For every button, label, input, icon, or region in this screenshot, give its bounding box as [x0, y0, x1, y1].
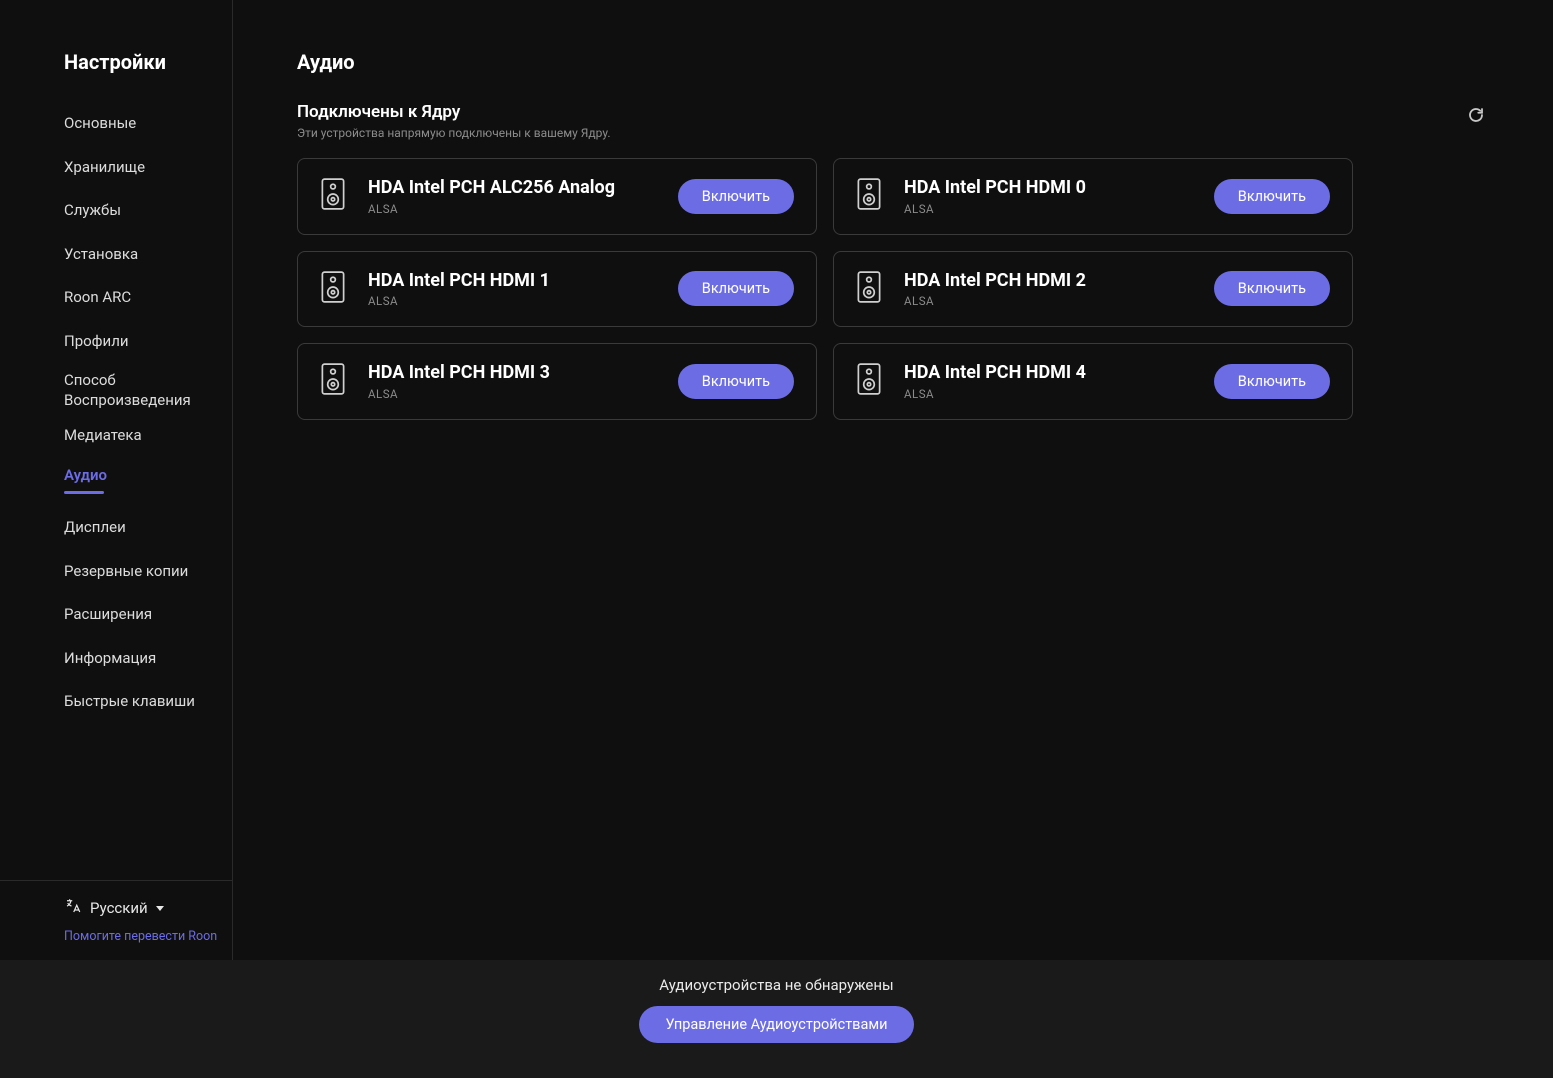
manage-audio-devices-button[interactable]: Управление Аудиоустройствами [639, 1006, 913, 1043]
enable-button[interactable]: Включить [1214, 179, 1330, 214]
enable-button[interactable]: Включить [678, 364, 794, 399]
sidebar-item-label: Медиатека [64, 426, 142, 444]
sidebar-item-label: Профили [64, 332, 129, 350]
sidebar-title: Настройки [0, 50, 232, 102]
device-driver: ALSA [904, 202, 1192, 216]
sidebar-item-label: Способ Воспроизведения [64, 371, 191, 409]
sidebar-item-label: Информация [64, 649, 156, 667]
sidebar-item-services[interactable]: Службы [64, 189, 212, 233]
device-card: HDA Intel PCH HDMI 3 ALSA Включить [297, 343, 817, 420]
device-name: HDA Intel PCH ALC256 Analog [368, 177, 656, 199]
sidebar-item-label: Расширения [64, 605, 152, 623]
footer-text: Аудиоустройства не обнаружены [659, 976, 893, 994]
sidebar-item-label: Основные [64, 114, 136, 132]
sidebar-item-backups[interactable]: Резервные копии [64, 550, 212, 594]
section-subtitle: Эти устройства напрямую подключены к ваш… [297, 126, 611, 140]
sidebar-item-label: Аудио [64, 466, 107, 484]
device-card: HDA Intel PCH ALC256 Analog ALSA Включит… [297, 158, 817, 235]
sidebar-item-playback[interactable]: Способ Воспроизведения [64, 363, 212, 418]
device-grid: HDA Intel PCH ALC256 Analog ALSA Включит… [297, 158, 1489, 420]
sidebar-item-about[interactable]: Информация [64, 637, 212, 681]
speaker-icon [320, 177, 346, 215]
sidebar-item-audio[interactable]: Аудио [64, 454, 212, 507]
language-label: Русский [90, 899, 148, 917]
translate-icon [64, 897, 82, 919]
footer-banner: Аудиоустройства не обнаружены Управление… [0, 960, 1553, 1078]
sidebar-item-roonarc[interactable]: Roon ARC [64, 276, 212, 320]
refresh-button[interactable] [1463, 102, 1489, 132]
sidebar-nav: Основные Хранилище Службы Установка Roon… [0, 102, 232, 880]
refresh-icon [1467, 109, 1485, 128]
sidebar-item-label: Roon ARC [64, 288, 131, 306]
device-name: HDA Intel PCH HDMI 0 [904, 177, 1192, 199]
device-card: HDA Intel PCH HDMI 4 ALSA Включить [833, 343, 1353, 420]
device-driver: ALSA [368, 387, 656, 401]
enable-button[interactable]: Включить [678, 179, 794, 214]
sidebar-item-label: Службы [64, 201, 121, 219]
sidebar-item-extensions[interactable]: Расширения [64, 593, 212, 637]
device-name: HDA Intel PCH HDMI 3 [368, 362, 656, 384]
sidebar-footer: Русский Помогите перевести Roon [0, 880, 232, 960]
device-name: HDA Intel PCH HDMI 4 [904, 362, 1192, 384]
sidebar-item-label: Хранилище [64, 158, 145, 176]
sidebar-item-general[interactable]: Основные [64, 102, 212, 146]
sidebar-item-library[interactable]: Медиатека [64, 418, 212, 454]
speaker-icon [856, 362, 882, 400]
sidebar-item-displays[interactable]: Дисплеи [64, 506, 212, 550]
device-card: HDA Intel PCH HDMI 0 ALSA Включить [833, 158, 1353, 235]
speaker-icon [856, 177, 882, 215]
enable-button[interactable]: Включить [1214, 271, 1330, 306]
sidebar-item-label: Быстрые клавиши [64, 692, 195, 710]
speaker-icon [320, 362, 346, 400]
device-driver: ALSA [368, 294, 656, 308]
device-driver: ALSA [904, 387, 1192, 401]
sidebar-item-shortcuts[interactable]: Быстрые клавиши [64, 680, 212, 724]
device-name: HDA Intel PCH HDMI 2 [904, 270, 1192, 292]
sidebar-item-profiles[interactable]: Профили [64, 320, 212, 364]
speaker-icon [856, 270, 882, 308]
device-card: HDA Intel PCH HDMI 2 ALSA Включить [833, 251, 1353, 328]
speaker-icon [320, 270, 346, 308]
sidebar-item-label: Установка [64, 245, 138, 263]
device-name: HDA Intel PCH HDMI 1 [368, 270, 656, 292]
sidebar-item-storage[interactable]: Хранилище [64, 146, 212, 190]
enable-button[interactable]: Включить [1214, 364, 1330, 399]
settings-sidebar: Настройки Основные Хранилище Службы Уста… [0, 0, 233, 960]
language-selector[interactable]: Русский [64, 897, 232, 919]
chevron-down-icon [156, 906, 164, 911]
enable-button[interactable]: Включить [678, 271, 794, 306]
section-title: Подключены к Ядру [297, 102, 611, 122]
main-content: Аудио Подключены к Ядру Эти устройства н… [233, 0, 1553, 960]
page-title: Аудио [297, 50, 1489, 74]
help-translate-link[interactable]: Помогите перевести Roon [64, 929, 232, 944]
device-driver: ALSA [368, 202, 656, 216]
device-card: HDA Intel PCH HDMI 1 ALSA Включить [297, 251, 817, 328]
sidebar-item-label: Резервные копии [64, 562, 188, 580]
sidebar-item-label: Дисплеи [64, 518, 126, 536]
sidebar-item-setup[interactable]: Установка [64, 233, 212, 277]
device-driver: ALSA [904, 294, 1192, 308]
section-header: Подключены к Ядру Эти устройства напряму… [297, 102, 1489, 140]
